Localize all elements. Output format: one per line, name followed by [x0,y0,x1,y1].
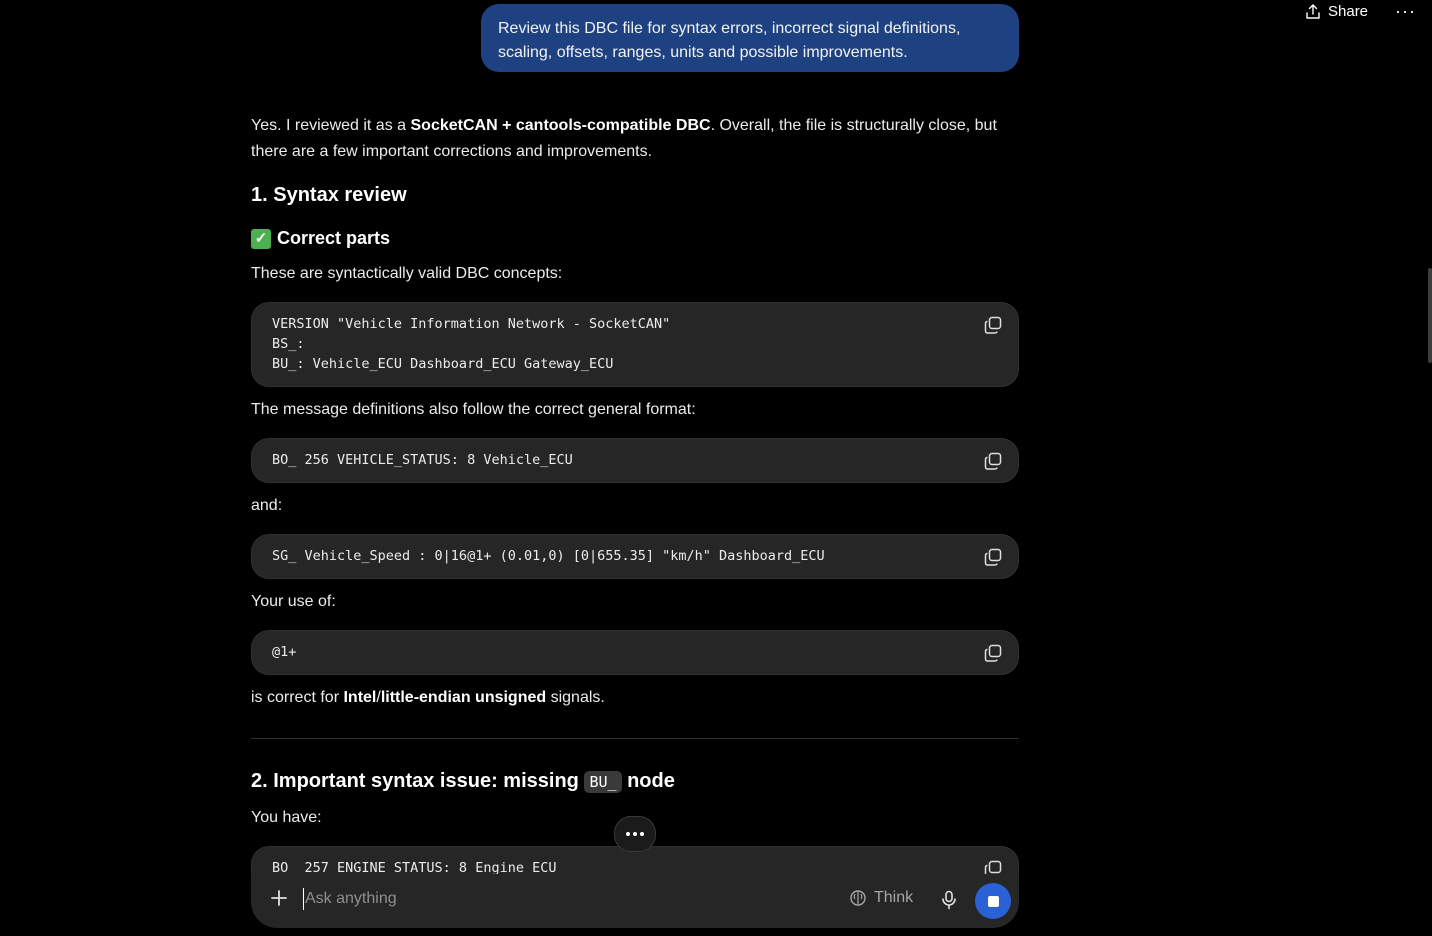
section-2-heading: 2. Important syntax issue: missing BU_ n… [251,770,675,793]
code-block: SG_ Vehicle_Speed : 0|16@1+ (0.01,0) [0|… [251,534,1019,579]
code-line: VERSION "Vehicle Information Network - S… [272,316,671,332]
intro-bold: SocketCAN + cantools-compatible DBC [410,117,711,134]
note-prefix: is correct for [251,689,344,706]
code-line: BO_ 256 VEHICLE_STATUS: 8 Vehicle_ECU [272,452,573,468]
code-block: VERSION "Vehicle Information Network - S… [251,302,1019,387]
valid-concepts-text: These are syntactically valid DBC concep… [251,265,563,282]
intro-paragraph: Yes. I reviewed it as a SocketCAN + cant… [251,113,1019,165]
copy-icon[interactable] [984,644,1002,662]
section-2-prefix: 2. Important syntax issue: missing [251,770,585,792]
message-defs-text: The message definitions also follow the … [251,401,696,418]
composer-input[interactable]: Ask anything [303,888,397,910]
dot-icon [640,832,644,836]
note-bold-endian: little-endian unsigned [380,689,547,706]
copy-icon[interactable] [984,316,1002,334]
section-1-heading: 1. Syntax review [251,184,407,206]
plus-icon[interactable] [269,888,289,908]
share-label: Share [1328,3,1369,20]
code-line: @1+ [272,644,297,660]
scrollbar[interactable] [1428,268,1432,363]
more-dots-button[interactable] [614,816,656,852]
more-options-button[interactable]: ··· [1395,1,1417,22]
microphone-icon[interactable] [940,890,958,910]
endianness-note: is correct for Intel/little-endian unsig… [251,685,1019,711]
intro-prefix: Yes. I reviewed it as a [251,117,411,134]
user-message: Review this DBC file for syntax errors, … [481,4,1019,72]
share-icon [1306,3,1320,19]
and-text: and: [251,497,283,514]
copy-icon[interactable] [984,452,1002,470]
check-mark-icon: ✓ [251,228,271,249]
note-suffix: signals. [546,689,605,706]
stop-button[interactable] [975,883,1011,919]
stop-icon [987,895,999,907]
correct-parts-label: Correct parts [277,228,391,248]
share-button[interactable]: Share [1305,3,1368,20]
code-line: BU_: Vehicle_ECU Dashboard_ECU Gateway_E… [272,356,614,372]
your-use-text: Your use of: [251,593,336,610]
divider [251,738,1019,739]
dot-icon [633,832,637,836]
code-block: @1+ [251,630,1019,675]
note-bold-intel: Intel [343,689,377,706]
composer: Ask anything Think [251,874,1019,928]
think-label: Think [874,889,914,906]
code-line: BS_: [272,336,305,352]
dot-icon [626,832,630,836]
correct-parts-heading: ✓ Correct parts [251,228,390,249]
brain-icon [850,890,866,906]
code-block: BO_ 256 VEHICLE_STATUS: 8 Vehicle_ECU [251,438,1019,483]
code-line: SG_ Vehicle_Speed : 0|16@1+ (0.01,0) [0|… [272,548,825,564]
think-button[interactable]: Think [849,889,913,907]
copy-icon[interactable] [984,548,1002,566]
inline-code: BU_ [584,771,622,793]
section-2-suffix: node [621,770,675,792]
